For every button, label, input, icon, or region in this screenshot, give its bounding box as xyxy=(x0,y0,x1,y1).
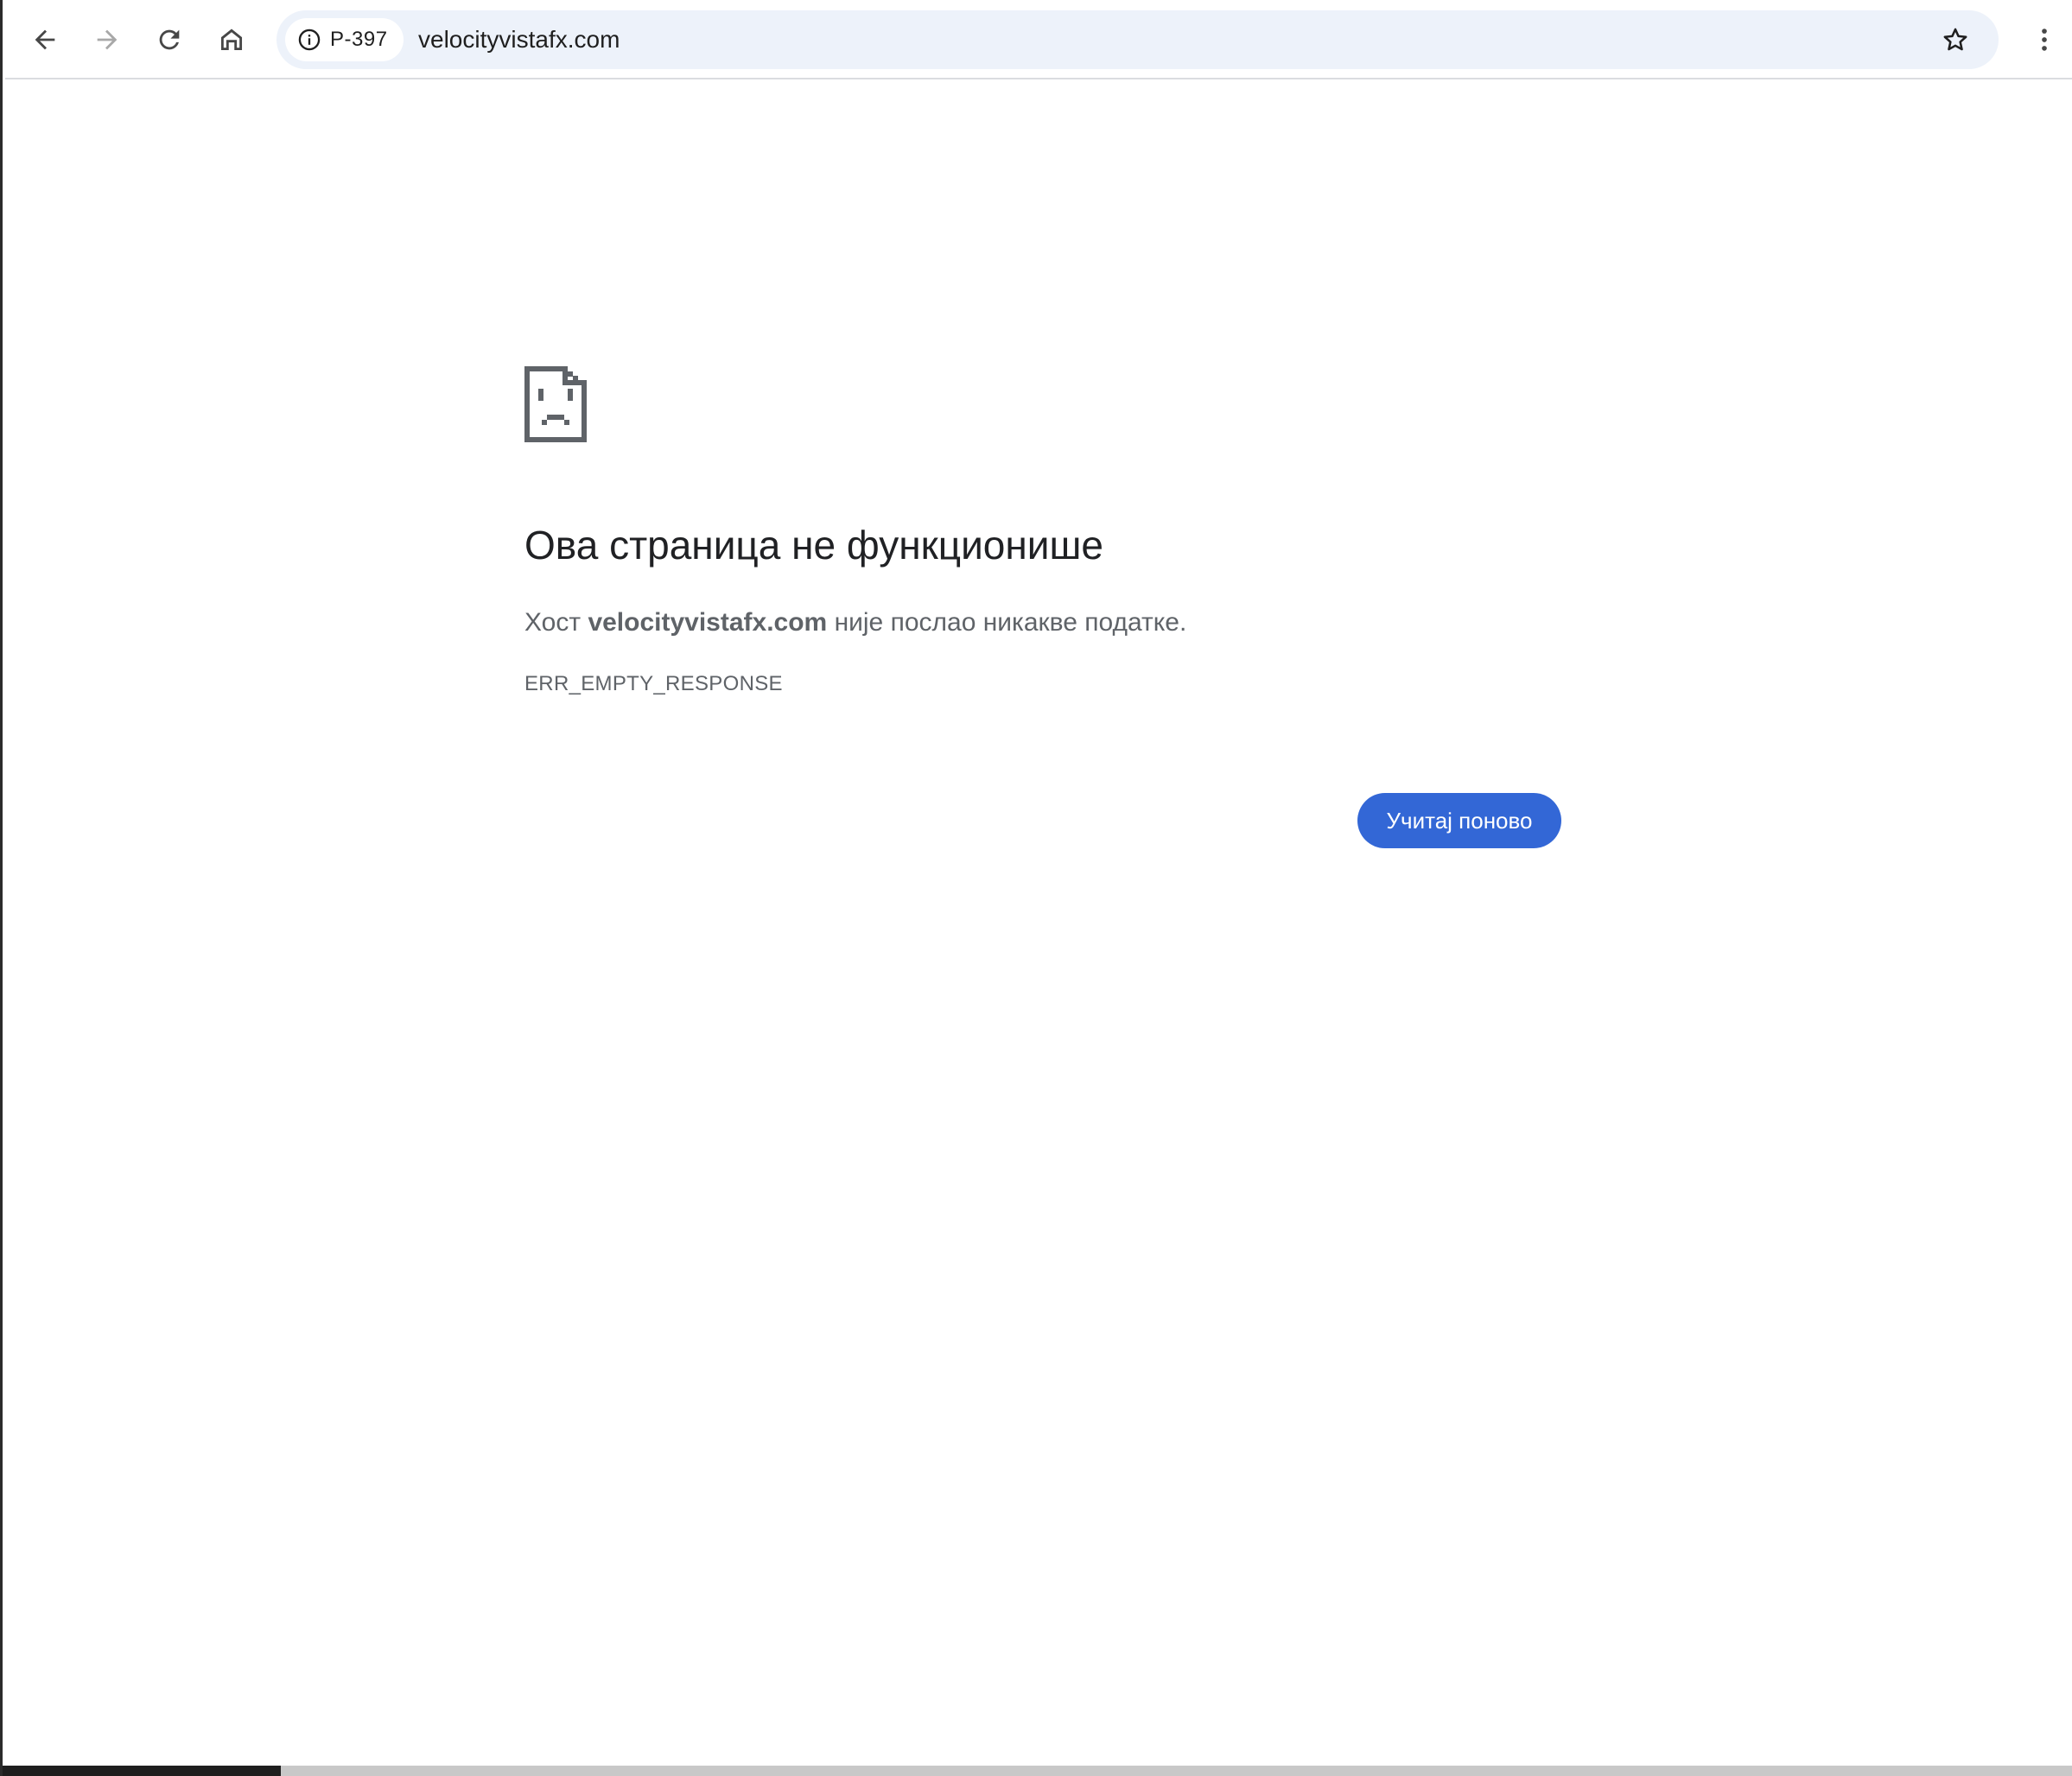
bottom-edge-dark xyxy=(3,1766,281,1776)
browser-menu-button[interactable] xyxy=(2024,19,2065,60)
site-info-chip[interactable]: P-397 xyxy=(285,18,404,61)
url-text[interactable]: velocityvistafx.com xyxy=(418,10,620,69)
summary-suffix: није послао никакве податке. xyxy=(827,608,1187,637)
kebab-menu-icon xyxy=(2042,29,2047,51)
reload-button[interactable]: Учитај поново xyxy=(1357,793,1561,848)
address-bar[interactable]: P-397 velocityvistafx.com xyxy=(276,10,1999,69)
home-icon xyxy=(220,29,243,51)
forward-button[interactable] xyxy=(86,19,128,60)
browser-window: P-397 velocityvistafx.com Ова страница н… xyxy=(0,0,2072,1776)
bookmark-button[interactable] xyxy=(1938,22,1973,57)
arrow-right-icon xyxy=(97,29,118,50)
error-code: ERR_EMPTY_RESPONSE xyxy=(524,672,783,695)
summary-host: velocityvistafx.com xyxy=(588,608,828,637)
star-icon xyxy=(1943,28,1967,51)
back-button[interactable] xyxy=(24,19,66,60)
error-title: Ова страница не функционише xyxy=(524,523,1103,568)
reload-icon xyxy=(159,29,180,50)
arrow-left-icon xyxy=(35,29,55,50)
security-chip-label: P-397 xyxy=(330,28,388,51)
info-icon xyxy=(298,29,321,51)
summary-prefix: Хост xyxy=(524,608,588,637)
error-summary: Хост velocityvistafx.com није послао ник… xyxy=(524,605,1186,641)
browser-toolbar: P-397 velocityvistafx.com xyxy=(5,0,2072,79)
sad-document-icon xyxy=(524,366,587,442)
home-button[interactable] xyxy=(211,19,252,60)
reload-page-button[interactable] xyxy=(149,19,190,60)
bottom-edge xyxy=(3,1766,2072,1776)
